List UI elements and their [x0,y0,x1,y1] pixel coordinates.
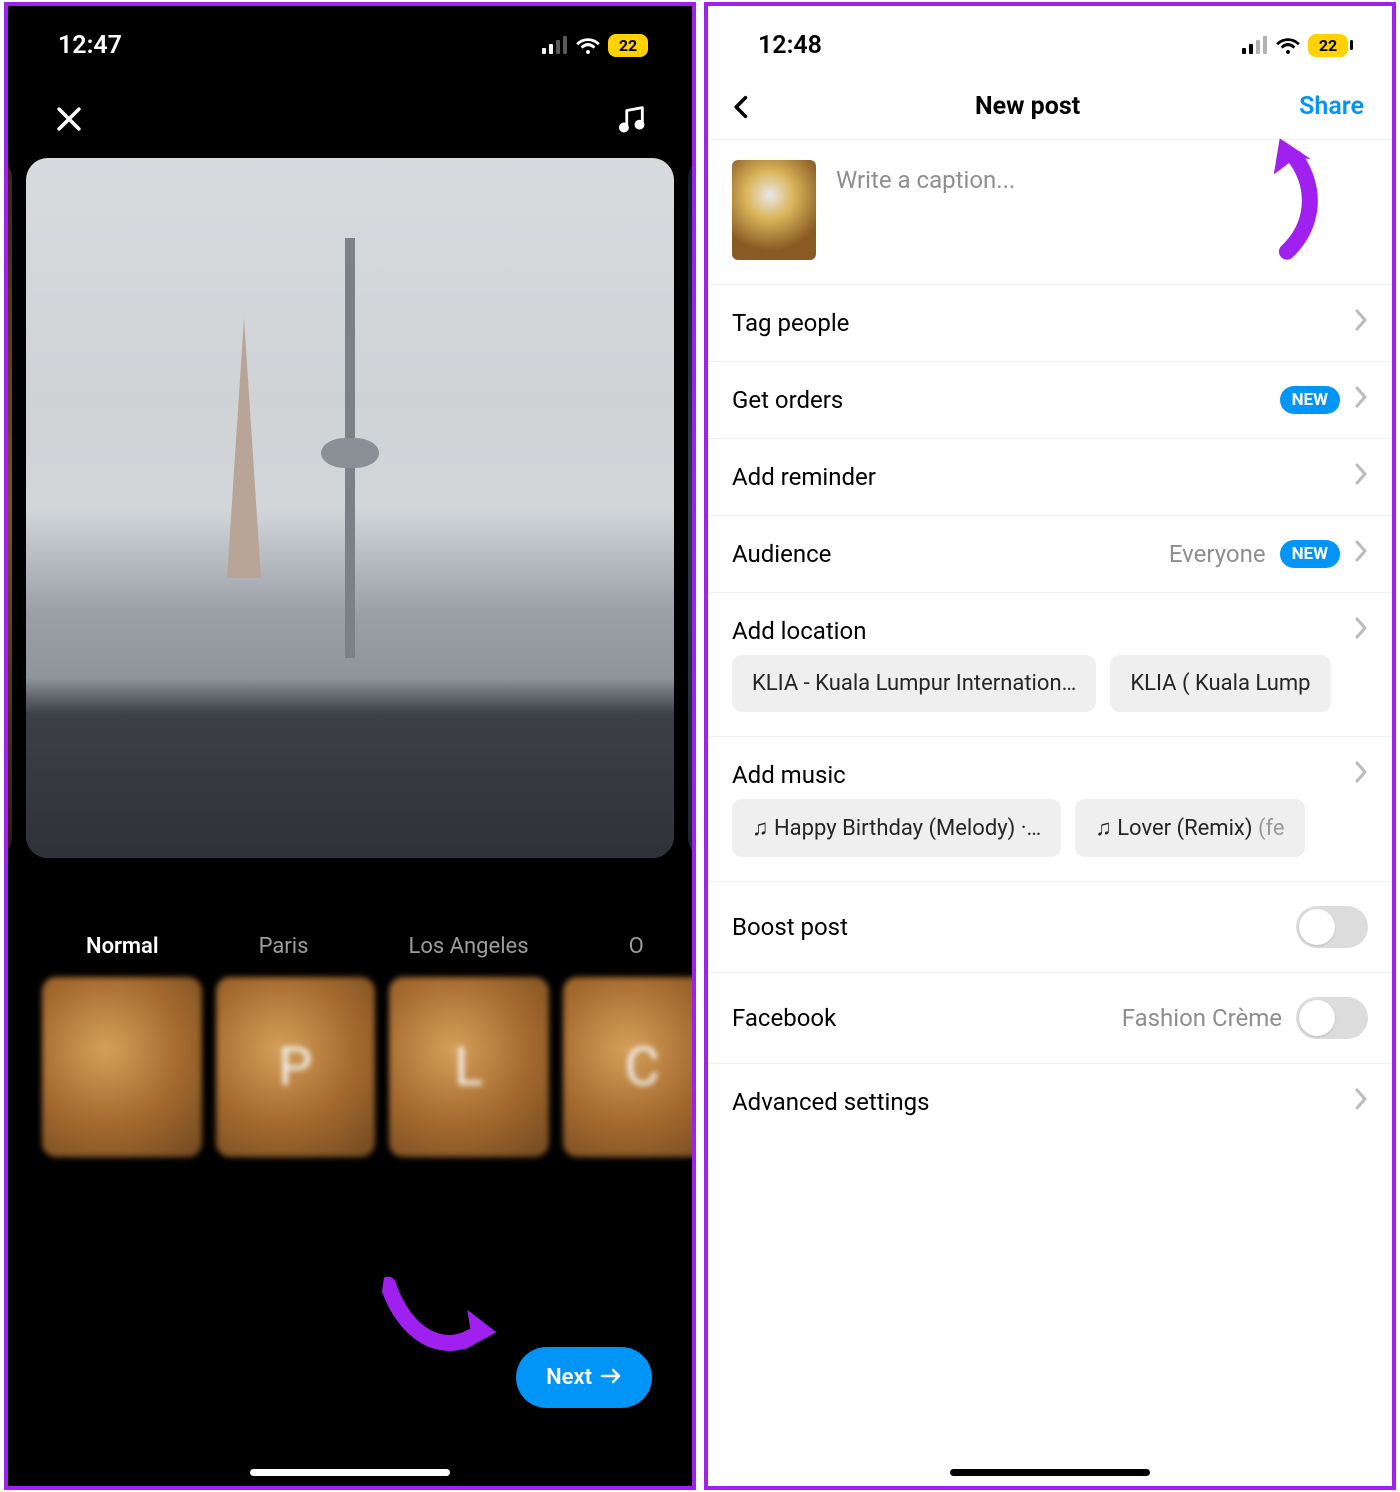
filter-screen: 12:47 22 [4,2,696,1490]
row-tag-people[interactable]: Tag people [708,285,1392,362]
buildings-shape [26,678,674,858]
facebook-toggle[interactable] [1296,997,1368,1039]
status-bar: 12:47 22 [8,6,692,66]
music-icon[interactable] [614,102,648,136]
caption-input[interactable]: Write a caption... [836,160,1015,260]
filter-names: Normal Paris Los Angeles O [8,858,692,977]
annotation-arrow-icon [371,1264,504,1384]
music-chip[interactable]: ♫ Happy Birthday (Melody) ·… [732,799,1061,857]
music-note-icon: ♫ [752,816,769,841]
row-add-reminder[interactable]: Add reminder [708,439,1392,516]
filter-paris[interactable]: Paris [259,934,309,959]
facebook-value: Fashion Crème [1122,1004,1282,1032]
editor-top-bar [8,66,692,156]
chevron-right-icon [1354,1088,1368,1116]
row-add-music[interactable]: Add music [708,737,1392,799]
boost-toggle[interactable] [1296,906,1368,948]
filter-o[interactable]: O [629,934,644,959]
row-label: Facebook [732,1004,836,1032]
new-post-screen: 12:48 22 New post Share Write a [704,2,1396,1490]
next-button-label: Next [546,1365,592,1390]
chevron-right-icon [1354,309,1368,337]
page-title: New post [975,92,1080,121]
filter-normal[interactable]: Normal [86,934,159,959]
filter-thumb[interactable]: L [389,977,549,1157]
next-button[interactable]: Next [516,1347,652,1408]
filter-thumbnails: P L C [8,977,696,1157]
row-label: Add music [732,761,846,789]
status-time: 12:47 [58,31,122,60]
new-badge: NEW [1280,540,1340,568]
status-icons: 22 [542,34,648,57]
row-get-orders[interactable]: Get orders NEW [708,362,1392,439]
tower-shape [227,318,261,578]
cell-signal-icon [542,36,568,54]
status-icons: 22 [1242,34,1348,57]
tower-shape [345,238,355,658]
row-label: Get orders [732,386,843,414]
row-advanced-settings[interactable]: Advanced settings [708,1064,1392,1140]
music-chip-label: Happy Birthday (Melody) ·… [774,816,1041,841]
filter-los-angeles[interactable]: Los Angeles [408,934,528,959]
new-badge: NEW [1280,386,1340,414]
battery-icon: 22 [1308,34,1348,57]
row-label: Audience [732,540,831,568]
location-chip[interactable]: KLIA ( Kuala Lump [1110,655,1330,712]
chevron-right-icon [1354,617,1368,645]
music-chip-label: Lover (Remix) [1117,816,1252,841]
status-time: 12:48 [758,31,822,60]
music-chip[interactable]: ♫ Lover (Remix) (fe [1075,799,1304,857]
prev-image-peek[interactable] [4,158,12,858]
filter-thumb[interactable]: P [216,977,376,1157]
chevron-right-icon [1354,540,1368,568]
battery-icon: 22 [608,34,648,57]
row-label: Tag people [732,309,849,337]
row-label: Add location [732,617,866,645]
image-preview-carousel[interactable] [4,158,696,858]
main-image-preview[interactable] [26,158,674,858]
row-audience[interactable]: Audience Everyone NEW [708,516,1392,593]
music-chip-muted: (fe [1253,816,1285,841]
chevron-right-icon [1354,761,1368,789]
home-indicator[interactable] [250,1469,450,1476]
post-thumbnail[interactable] [732,160,816,260]
wifi-icon [576,36,600,54]
cell-signal-icon [1242,36,1268,54]
arrow-right-icon [600,1365,622,1390]
back-button[interactable] [728,93,756,121]
chevron-right-icon [1354,463,1368,491]
music-chips: ♫ Happy Birthday (Melody) ·… ♫ Lover (Re… [708,799,1396,882]
row-facebook[interactable]: Facebook Fashion Crème [708,973,1392,1064]
share-button[interactable]: Share [1299,92,1364,121]
filter-thumb[interactable]: C [563,977,697,1157]
next-image-peek[interactable] [688,158,696,858]
row-label: Advanced settings [732,1088,930,1116]
row-label: Add reminder [732,463,876,491]
filter-thumb[interactable] [42,977,202,1157]
row-boost-post[interactable]: Boost post [708,882,1392,973]
music-note-icon: ♫ [1095,816,1112,841]
audience-value: Everyone [1169,540,1266,568]
home-indicator[interactable] [950,1469,1150,1476]
location-chips: KLIA - Kuala Lumpur Internation… KLIA ( … [708,655,1396,737]
location-chip[interactable]: KLIA - Kuala Lumpur Internation… [732,655,1096,712]
close-icon[interactable] [52,102,86,136]
row-add-location[interactable]: Add location [708,593,1392,655]
wifi-icon [1276,36,1300,54]
nav-bar: New post Share [708,66,1392,140]
status-bar: 12:48 22 [708,6,1392,66]
chevron-right-icon [1354,386,1368,414]
row-label: Boost post [732,913,848,941]
